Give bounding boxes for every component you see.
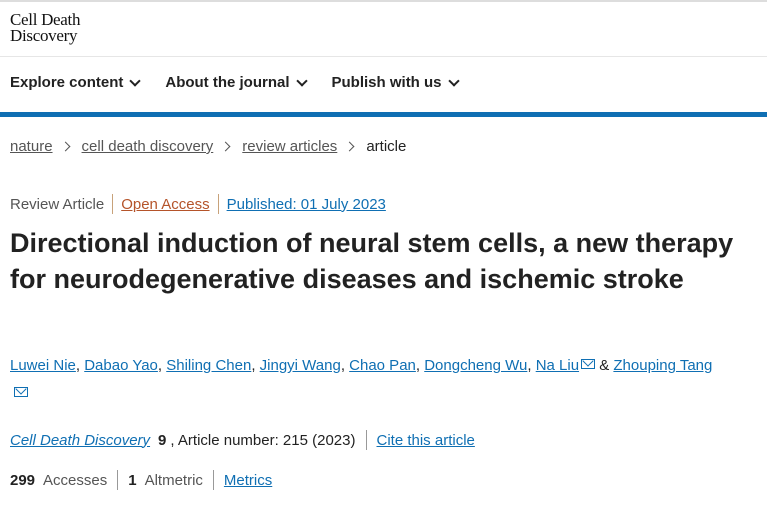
logo-line-2: Discovery: [10, 26, 78, 45]
breadcrumb: nature cell death discovery review artic…: [10, 138, 406, 155]
altmetric-label: Altmetric: [144, 471, 203, 489]
breadcrumb-nature[interactable]: nature: [10, 138, 53, 155]
volume-number: 9: [158, 431, 167, 449]
email-icon[interactable]: [581, 359, 596, 369]
chevron-down-icon: [129, 74, 142, 87]
altmetric-count: 1: [128, 471, 137, 489]
top-border: [0, 0, 767, 2]
article-title: Directional induction of neural stem cel…: [10, 228, 734, 294]
author-link[interactable]: Luwei Nie: [10, 357, 76, 374]
journal-logo[interactable]: Cell Death Discovery: [10, 11, 80, 45]
author-link[interactable]: Na Liu: [536, 357, 579, 374]
divider: [217, 194, 219, 214]
nav-publish-with-us[interactable]: Publish with us: [331, 74, 460, 91]
author-separator: ,: [340, 357, 350, 374]
author-link[interactable]: Dongcheng Wu: [424, 357, 527, 374]
author-separator: ,: [75, 357, 85, 374]
journal-link[interactable]: Cell Death Discovery: [10, 432, 150, 449]
main-nav: Explore content About the journal Publis…: [10, 74, 484, 91]
breadcrumb-current: article: [366, 138, 407, 155]
author-list: Luwei Nie, Dabao Yao, Shiling Chen, Jing…: [10, 352, 760, 408]
chevron-right-icon: [344, 141, 355, 152]
email-icon[interactable]: [14, 387, 28, 397]
author-and: &: [595, 357, 614, 374]
nav-explore-content[interactable]: Explore content: [10, 74, 142, 91]
author-link[interactable]: Chao Pan: [349, 357, 416, 374]
breadcrumb-cell-death-discovery[interactable]: cell death discovery: [82, 138, 214, 155]
accesses-label: Accesses: [43, 471, 108, 489]
author-link[interactable]: Zhouping Tang: [613, 357, 712, 374]
nav-about-the-journal-label: About the journal: [165, 74, 290, 91]
metrics-link[interactable]: Metrics: [224, 472, 272, 489]
author-separator: ,: [415, 357, 425, 374]
author-link[interactable]: Dabao Yao: [84, 357, 158, 374]
breadcrumb-review-articles[interactable]: review articles: [242, 138, 337, 155]
author-separator: ,: [527, 357, 536, 374]
nav-accent-bar: [0, 112, 767, 117]
author-separator: ,: [157, 357, 167, 374]
author-link[interactable]: Shiling Chen: [166, 357, 251, 374]
article-meta: Review Article Open Access Published: 01…: [10, 194, 386, 214]
published-date-link[interactable]: Published: 01 July 2023: [227, 196, 386, 213]
divider: [212, 470, 214, 490]
nav-about-the-journal[interactable]: About the journal: [165, 74, 308, 91]
article-number: , Article number: 215 (2023): [170, 431, 356, 449]
open-access-link[interactable]: Open Access: [121, 196, 209, 213]
divider: [112, 194, 114, 214]
chevron-right-icon: [220, 141, 231, 152]
divider: [117, 470, 119, 490]
nav-publish-with-us-label: Publish with us: [331, 74, 442, 91]
divider: [365, 430, 367, 450]
chevron-down-icon: [447, 74, 460, 87]
cite-this-article-link[interactable]: Cite this article: [377, 432, 475, 449]
chevron-down-icon: [295, 74, 308, 87]
author-separator: ,: [251, 357, 260, 374]
metrics-row: 299 Accesses 1 Altmetric Metrics: [10, 470, 272, 490]
nav-explore-content-label: Explore content: [10, 74, 124, 91]
chevron-right-icon: [60, 141, 70, 152]
accesses-count: 299: [10, 471, 36, 489]
author-link[interactable]: Jingyi Wang: [260, 357, 341, 374]
article-type: Review Article: [10, 195, 105, 213]
citation-row: Cell Death Discovery 9 , Article number:…: [10, 430, 475, 450]
header-divider: [0, 56, 767, 57]
